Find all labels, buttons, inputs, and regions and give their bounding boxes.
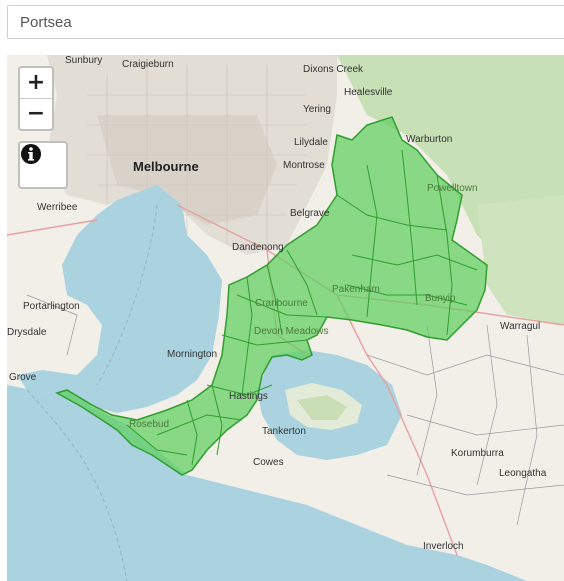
label-lilydale: Lilydale — [294, 137, 328, 148]
label-rosebud: Rosebud — [129, 419, 169, 430]
label-dandenong: Dandenong — [232, 242, 284, 253]
label-montrose: Montrose — [283, 160, 325, 171]
label-tankerton: Tankerton — [262, 426, 306, 437]
label-grove: Grove — [9, 372, 37, 383]
label-powelltown: Powelltown — [427, 183, 478, 194]
label-yering: Yering — [303, 104, 331, 115]
zoom-out-button[interactable]: − — [20, 98, 52, 129]
label-dixons-creek: Dixons Creek — [303, 64, 364, 75]
info-button[interactable] — [18, 141, 68, 189]
label-hastings: Hastings — [229, 391, 268, 402]
search-input[interactable] — [7, 5, 564, 39]
info-icon — [21, 144, 41, 164]
label-warragul: Warragul — [500, 321, 540, 332]
label-werribee: Werribee — [37, 202, 78, 213]
label-sunbury: Sunbury — [65, 55, 102, 66]
zoom-control: + − — [18, 66, 54, 131]
label-craigieburn: Craigieburn — [122, 59, 174, 70]
map-canvas[interactable]: Sunbury Craigieburn Dixons Creek Healesv… — [7, 55, 564, 581]
label-cranbourne: Cranbourne — [255, 298, 308, 309]
label-portarlington: Portarlington — [23, 301, 80, 312]
label-drysdale: Drysdale — [7, 327, 47, 338]
label-inverloch: Inverloch — [423, 541, 464, 552]
label-devon-meadows: Devon Meadows — [254, 326, 328, 337]
label-healesville: Healesville — [344, 87, 393, 98]
label-belgrave: Belgrave — [290, 208, 330, 219]
label-cowes: Cowes — [253, 457, 284, 468]
label-pakenham: Pakenham — [332, 284, 380, 295]
label-mornington: Mornington — [167, 349, 217, 360]
label-bunyip: Bunyip — [425, 293, 456, 304]
label-melbourne: Melbourne — [133, 159, 199, 174]
label-warburton: Warburton — [406, 134, 452, 145]
zoom-in-button[interactable]: + — [20, 68, 52, 98]
label-leongatha: Leongatha — [499, 468, 547, 479]
map[interactable]: Sunbury Craigieburn Dixons Creek Healesv… — [7, 55, 564, 581]
label-korumburra: Korumburra — [451, 448, 504, 459]
